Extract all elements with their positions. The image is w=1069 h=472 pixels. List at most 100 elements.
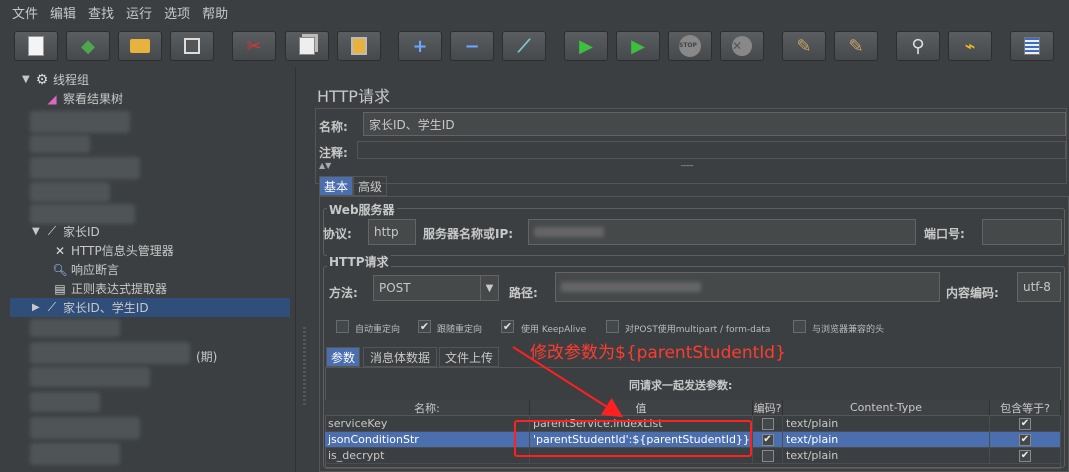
collapsed-arrow-icon[interactable]: ▶: [32, 302, 44, 313]
stop-button[interactable]: STOP: [668, 31, 712, 61]
cell-text: is_decrypt: [328, 449, 385, 462]
method-label: 方法:: [329, 286, 358, 300]
name-cell[interactable]: serviceKey: [325, 416, 530, 432]
column-header-include-equals[interactable]: 包含等于?: [990, 400, 1061, 416]
cell-text: 'parentStudentId':${parentStudentId}}: [533, 433, 750, 446]
shutdown-button[interactable]: ✕: [720, 31, 764, 61]
column-header-name[interactable]: 名称:: [325, 400, 530, 416]
name-cell[interactable]: jsonConditionStr: [325, 432, 530, 448]
menu-file[interactable]: 文件: [12, 3, 38, 22]
path-field[interactable]: [555, 272, 940, 302]
checkbox[interactable]: [761, 449, 774, 462]
chart-icon: ◢: [47, 91, 57, 106]
server-field[interactable]: [528, 219, 916, 245]
tree-node-regex-extractor[interactable]: ▤ 正则表达式提取器: [52, 279, 167, 298]
checkbox[interactable]: ✔: [1019, 417, 1031, 430]
multipart-checkbox[interactable]: [606, 320, 619, 333]
browser-headers-label: 与浏览器兼容的头: [812, 325, 885, 335]
cut-button[interactable]: ✂: [232, 31, 276, 61]
chevron-down-icon[interactable]: ▼: [480, 276, 498, 300]
column-header-value[interactable]: 值: [530, 400, 753, 416]
tree-node-header-manager[interactable]: ✕ HTTP信息头管理器: [52, 241, 174, 260]
tree-node-thread-group[interactable]: ▼ ⚙ 线程组: [22, 70, 89, 89]
tree-node-label: 家长ID: [63, 225, 100, 239]
tab-file-upload[interactable]: 文件上传: [439, 347, 499, 367]
http-request-panel: HTTP请求 名称: 家长ID、学生ID 注释: ▲▼ ┅┅┅ 基本 高级 We…: [311, 67, 1069, 472]
pane-splitter[interactable]: [295, 67, 311, 472]
browser-headers-checkbox[interactable]: [793, 320, 806, 333]
include-equals-cell[interactable]: ✔: [990, 432, 1061, 448]
menu-edit[interactable]: 编辑: [50, 3, 76, 22]
menu-run[interactable]: 运行: [126, 3, 152, 22]
encode-cell[interactable]: ✔: [753, 432, 783, 448]
include-equals-cell[interactable]: ✔: [990, 448, 1061, 464]
encode-cell[interactable]: [753, 416, 783, 432]
tree-node-selected[interactable]: ▶ ⟋ 家长ID、学生ID: [10, 298, 290, 317]
splitter-grip[interactable]: [303, 327, 306, 407]
checkmark-icon: ✔: [502, 320, 513, 333]
tab-advanced[interactable]: 高级: [353, 176, 387, 196]
menu-search[interactable]: 查找: [88, 3, 114, 22]
collapse-arrows-icon[interactable]: ▲▼: [319, 161, 331, 170]
reset-search-button[interactable]: ⌁: [948, 31, 992, 61]
port-label: 端口号:: [924, 227, 965, 241]
content-type-cell[interactable]: text/plain: [783, 432, 990, 448]
gear-icon: ⚙: [35, 71, 49, 88]
encoding-field[interactable]: utf-8: [1017, 272, 1061, 302]
comment-field[interactable]: [357, 141, 1066, 159]
start-no-pause-button[interactable]: ▶: [616, 31, 660, 61]
tab-body-data[interactable]: 消息体数据: [363, 347, 437, 367]
tree-node-view-results[interactable]: ◢ 察看结果树: [44, 89, 123, 108]
tab-parameters[interactable]: 参数: [326, 347, 360, 367]
document-icon: ▤: [54, 281, 66, 296]
checkbox[interactable]: ✔: [1019, 449, 1031, 462]
paste-button[interactable]: [337, 31, 381, 61]
expand-arrow-icon[interactable]: ▼: [32, 226, 44, 237]
encode-cell[interactable]: [753, 448, 783, 464]
menu-options[interactable]: 选项: [164, 3, 190, 22]
checkbox[interactable]: [761, 417, 774, 430]
content-type-cell[interactable]: text/plain: [783, 416, 990, 432]
redirect-auto-label: 自动重定向: [355, 325, 401, 335]
menu-help[interactable]: 帮助: [202, 3, 228, 22]
tree-node-label: HTTP信息头管理器: [71, 244, 174, 258]
tab-basic[interactable]: 基本: [319, 176, 353, 196]
checkbox[interactable]: ✔: [1019, 433, 1031, 446]
collapse-button[interactable]: −: [450, 31, 494, 61]
protocol-field[interactable]: http: [368, 219, 416, 245]
open-button[interactable]: [118, 31, 162, 61]
name-cell[interactable]: is_decrypt: [325, 448, 530, 464]
value-cell[interactable]: [530, 448, 753, 464]
test-plan-tree[interactable]: ▼ ⚙ 线程组 ◢ 察看结果树 ▼ ⟋ 家长ID ✕ HTTP信息头管理器 🔍︎…: [0, 67, 295, 472]
column-header-content-type[interactable]: Content-Type: [783, 400, 990, 416]
function-helper-button[interactable]: [1010, 31, 1054, 61]
include-equals-cell[interactable]: ✔: [990, 416, 1061, 432]
value-cell[interactable]: 'parentStudentId':${parentStudentId}}: [530, 432, 753, 448]
copy-button[interactable]: [285, 31, 329, 61]
expand-button[interactable]: +: [398, 31, 442, 61]
expand-arrow-icon[interactable]: ▼: [22, 74, 34, 85]
port-field[interactable]: [982, 219, 1062, 245]
method-select[interactable]: POST ▼: [373, 275, 499, 301]
clear-all-button[interactable]: ✎: [834, 31, 878, 61]
name-field[interactable]: 家长ID、学生ID: [363, 112, 1066, 136]
clear-button[interactable]: ✎: [782, 31, 826, 61]
redirect-auto-checkbox[interactable]: [336, 320, 349, 333]
tree-node-parent-id[interactable]: ▼ ⟋ 家长ID: [32, 222, 100, 241]
tree-node-response-assertion[interactable]: 🔍︎ 响应断言: [52, 260, 119, 279]
resize-grip-icon[interactable]: ┅┅┅: [681, 162, 694, 170]
checkbox[interactable]: ✔: [761, 433, 774, 446]
checkmark-icon: ✔: [419, 320, 430, 333]
value-cell[interactable]: parentService.indexList: [530, 416, 753, 432]
new-button[interactable]: [14, 31, 58, 61]
column-header-encode[interactable]: 编码?: [753, 400, 783, 416]
templates-button[interactable]: ◆: [66, 31, 110, 61]
content-type-cell[interactable]: text/plain: [783, 448, 990, 464]
search-button[interactable]: ⚲: [896, 31, 940, 61]
follow-redirects-checkbox[interactable]: ✔: [418, 320, 431, 333]
start-button[interactable]: ▶: [564, 31, 608, 61]
menu-bar: 文件 编辑 查找 运行 选项 帮助: [0, 0, 1069, 24]
save-button[interactable]: [170, 31, 214, 61]
keepalive-checkbox[interactable]: ✔: [501, 320, 514, 333]
toggle-button[interactable]: ⟋: [502, 31, 546, 61]
